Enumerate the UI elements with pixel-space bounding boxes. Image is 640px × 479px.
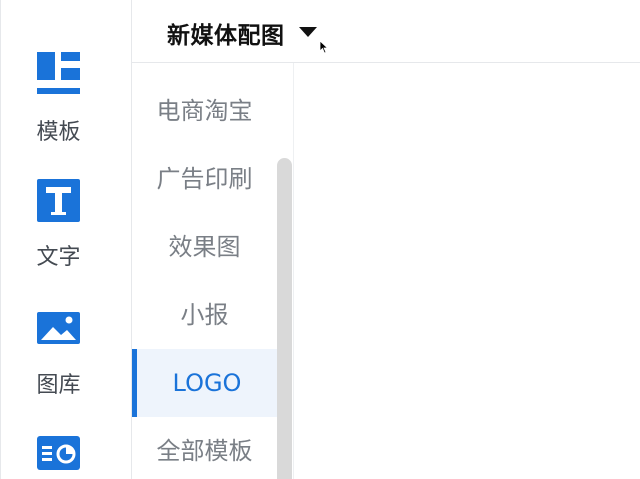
content-area [294, 63, 640, 479]
rail-item-label: 模板 [36, 120, 81, 145]
mouse-cursor-icon [319, 40, 329, 54]
rail-item-text[interactable]: 文字 [1, 165, 132, 270]
category-item[interactable]: 广告印刷 [132, 145, 277, 213]
category-item[interactable]: 小报 [132, 281, 277, 349]
rail-item-label: 文字 [36, 245, 81, 270]
category-scrollbar[interactable] [277, 158, 292, 479]
image-icon [37, 312, 80, 344]
left-rail: 模板 文字 图库 [0, 0, 132, 479]
category-dropdown-label[interactable]: 新媒体配图 [167, 16, 285, 50]
template-icon [37, 52, 80, 94]
caret-down-icon[interactable] [299, 27, 317, 37]
category-item[interactable]: 效果图 [132, 213, 277, 281]
rail-item-gallery[interactable]: 图库 [1, 295, 132, 400]
category-item[interactable]: 全部模板 [132, 417, 277, 479]
rail-item-chart[interactable] [1, 422, 132, 479]
top-header: 新媒体配图 [132, 0, 640, 63]
chart-icon [37, 436, 80, 470]
category-item[interactable]: 电商淘宝 [132, 77, 277, 145]
rail-item-label: 图库 [36, 373, 81, 398]
category-item-active[interactable]: LOGO [132, 349, 277, 417]
rail-item-template[interactable]: 模板 [1, 40, 132, 145]
text-icon [37, 179, 80, 222]
category-list: 电商淘宝 广告印刷 效果图 小报 LOGO 全部模板 [132, 63, 294, 479]
